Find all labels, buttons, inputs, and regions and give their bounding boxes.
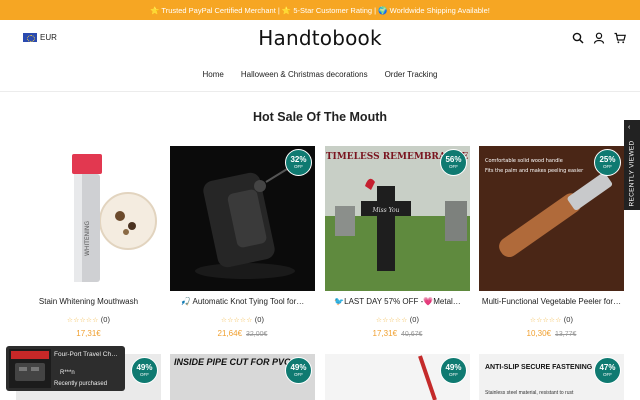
product-image[interactable]: Comfortable solid wood handle Fits the p… <box>479 146 624 291</box>
image-caption: ANTI-SLIP SECURE FASTENING <box>485 364 593 371</box>
header-icons <box>572 31 626 44</box>
nav-item-halloween-christmas[interactable]: Halloween & Christmas decorations <box>241 70 368 79</box>
star-rating-icon: ☆☆☆☆☆ <box>376 317 408 324</box>
product-card[interactable]: WHITENING Stain Whitening Mouthwash ☆☆☆☆… <box>16 146 161 346</box>
star-rating-icon: ☆☆☆☆☆ <box>221 317 253 324</box>
peeler-caption-1: Comfortable solid wood handle <box>485 158 563 164</box>
account-icon[interactable] <box>593 31 605 44</box>
product-card[interactable]: 32% OFF 🎣 Automatic Knot Tying Tool for… … <box>170 146 315 346</box>
product-card[interactable]: TIMELESS REMEMBRANCE Miss You 56% OFF 🐦LA… <box>325 146 470 346</box>
announcement-bar: ⭐ Trusted PayPal Certified Merchant | ⭐ … <box>0 0 640 20</box>
product-price: 21,64€ 32,00€ <box>217 329 268 338</box>
product-image[interactable]: 32% OFF <box>170 146 315 291</box>
discount-badge: 56% OFF <box>440 149 467 176</box>
product-image[interactable]: WHITENING <box>16 146 161 291</box>
recently-viewed-label: RECENTLY VIEWED <box>628 140 636 207</box>
product-rating: ☆☆☆☆☆ (0) <box>221 315 264 324</box>
peeler-caption-2: Fits the palm and makes peeling easier <box>485 168 584 174</box>
product-price: 17,31€ <box>76 329 101 338</box>
bottle-label-text: WHITENING <box>84 221 91 256</box>
discount-badge: 25% OFF <box>594 149 621 176</box>
product-card[interactable]: 49% OFF <box>325 354 470 400</box>
discount-badge: 49% OFF <box>285 357 312 384</box>
popup-buyer-name: R***n <box>60 370 75 376</box>
popup-status: Recently purchased <box>54 381 108 387</box>
site-header: EUR Handtobook <box>0 20 640 58</box>
popup-product-title: Four-Port Travel Ch… <box>54 351 118 358</box>
site-logo[interactable]: Handtobook <box>0 26 640 50</box>
product-title[interactable]: 🐦LAST DAY 57% OFF -💗Metal… <box>325 297 470 306</box>
product-image[interactable]: 49% OFF <box>325 354 470 400</box>
product-card[interactable]: ANTI-SLIP SECURE FASTENING Stainless ste… <box>479 354 624 400</box>
product-image[interactable]: TIMELESS REMEMBRANCE Miss You 56% OFF <box>325 146 470 291</box>
discount-badge: 47% OFF <box>594 357 621 384</box>
nav-item-order-tracking[interactable]: Order Tracking <box>385 70 438 79</box>
product-title[interactable]: Multi-Functional Vegetable Peeler for… <box>479 297 624 306</box>
product-rating: ☆☆☆☆☆ (0) <box>530 315 573 324</box>
product-card[interactable]: INSIDE PIPE CUT FOR PVC 49% OFF <box>170 354 315 400</box>
discount-badge: 32% OFF <box>285 149 312 176</box>
product-rating: ☆☆☆☆☆ (0) <box>67 315 110 324</box>
nav-divider <box>0 91 640 92</box>
recent-purchase-popup[interactable]: Four-Port Travel Ch… R***n Recently purc… <box>6 346 125 391</box>
product-title[interactable]: 🎣 Automatic Knot Tying Tool for… <box>170 297 315 306</box>
product-image[interactable]: INSIDE PIPE CUT FOR PVC 49% OFF <box>170 354 315 400</box>
section-title: Hot Sale Of The Mouth <box>252 110 388 124</box>
cross-text: Miss You <box>371 207 399 214</box>
star-rating-icon: ☆☆☆☆☆ <box>530 317 562 324</box>
star-rating-icon: ☆☆☆☆☆ <box>67 317 99 324</box>
cart-icon[interactable] <box>614 31 626 44</box>
image-caption: INSIDE PIPE CUT FOR PVC <box>174 357 291 367</box>
product-card[interactable]: Comfortable solid wood handle Fits the p… <box>479 146 624 346</box>
image-subcaption: Stainless steel material, resistant to r… <box>485 390 574 396</box>
main-nav: Home Halloween & Christmas decorations O… <box>0 60 640 88</box>
discount-badge: 49% OFF <box>440 357 467 384</box>
recently-viewed-tab[interactable]: ‹ RECENTLY VIEWED <box>624 120 640 210</box>
search-icon[interactable] <box>572 31 584 44</box>
product-price: 17,31€ 40,67€ <box>372 329 423 338</box>
discount-badge: 49% OFF <box>131 357 158 384</box>
product-image[interactable]: ANTI-SLIP SECURE FASTENING Stainless ste… <box>479 354 624 400</box>
announcement-text: ⭐ Trusted PayPal Certified Merchant | ⭐ … <box>150 5 490 15</box>
nav-item-home[interactable]: Home <box>203 70 224 79</box>
product-price: 10,30€ 13,77€ <box>526 329 577 338</box>
product-title[interactable]: Stain Whitening Mouthwash <box>16 297 161 306</box>
product-rating: ☆☆☆☆☆ (0) <box>376 315 419 324</box>
popup-product-thumbnail <box>9 349 51 388</box>
